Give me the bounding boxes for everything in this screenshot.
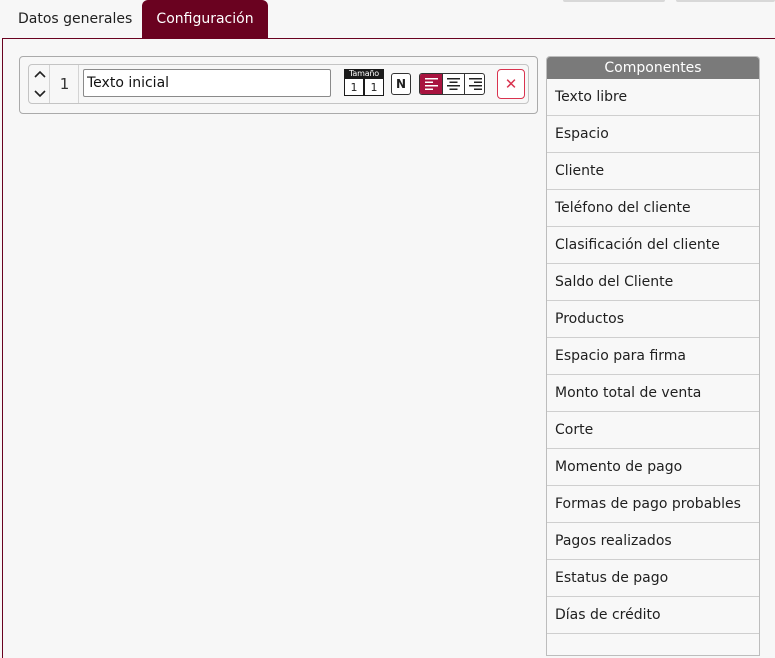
align-center-button[interactable] (442, 74, 464, 94)
component-item[interactable]: Cliente (547, 153, 759, 190)
component-item[interactable]: Espacio para firma (547, 338, 759, 375)
tab-configuracion[interactable]: Configuración (142, 0, 268, 39)
component-item[interactable]: Texto libre (547, 79, 759, 116)
row-text-input[interactable] (83, 69, 331, 97)
component-item[interactable]: Pagos realizados (547, 523, 759, 560)
size-label: Tamaño (344, 69, 384, 78)
component-item[interactable]: Monto total de venta (547, 375, 759, 412)
close-icon: ✕ (504, 75, 518, 93)
component-item[interactable]: Clasificación del cliente (547, 227, 759, 264)
component-item[interactable]: Días de crédito (547, 597, 759, 634)
size-height-box[interactable]: 1 (364, 78, 384, 96)
tab-datos-generales[interactable]: Datos generales (2, 0, 148, 39)
alignment-group (419, 73, 485, 95)
component-item[interactable]: Momento de pago (547, 449, 759, 486)
align-center-icon (447, 78, 460, 90)
components-panel: Componentes Texto libre Espacio Cliente … (546, 56, 760, 656)
template-row: 1 Tamaño 1 1 N (28, 64, 529, 104)
align-left-button[interactable] (420, 74, 442, 94)
component-item[interactable]: Teléfono del cliente (547, 190, 759, 227)
row-index: 1 (51, 65, 79, 103)
top-button-stub[interactable] (563, 0, 665, 2)
component-item[interactable]: Corte (547, 412, 759, 449)
component-item[interactable]: Formas de pago probables (547, 486, 759, 523)
move-down-button[interactable] (29, 84, 50, 103)
top-button-stub[interactable] (676, 0, 775, 2)
align-right-icon (469, 78, 482, 90)
move-up-button[interactable] (29, 65, 50, 84)
component-item[interactable]: Espacio (547, 116, 759, 153)
template-editor: 1 Tamaño 1 1 N (19, 56, 538, 114)
bold-button[interactable]: N (391, 73, 411, 95)
row-reorder-controls (29, 65, 50, 103)
chevron-down-icon (33, 90, 46, 98)
chevron-up-icon (33, 70, 46, 78)
align-right-button[interactable] (464, 74, 484, 94)
component-item[interactable] (547, 634, 759, 655)
size-width-box[interactable]: 1 (344, 78, 364, 96)
component-item[interactable]: Productos (547, 301, 759, 338)
align-left-icon (424, 78, 438, 90)
components-title: Componentes (547, 57, 759, 79)
component-item[interactable]: Estatus de pago (547, 560, 759, 597)
component-item[interactable]: Saldo del Cliente (547, 264, 759, 301)
delete-row-button[interactable]: ✕ (497, 69, 525, 99)
tab-bar: Datos generales Configuración (0, 0, 775, 39)
